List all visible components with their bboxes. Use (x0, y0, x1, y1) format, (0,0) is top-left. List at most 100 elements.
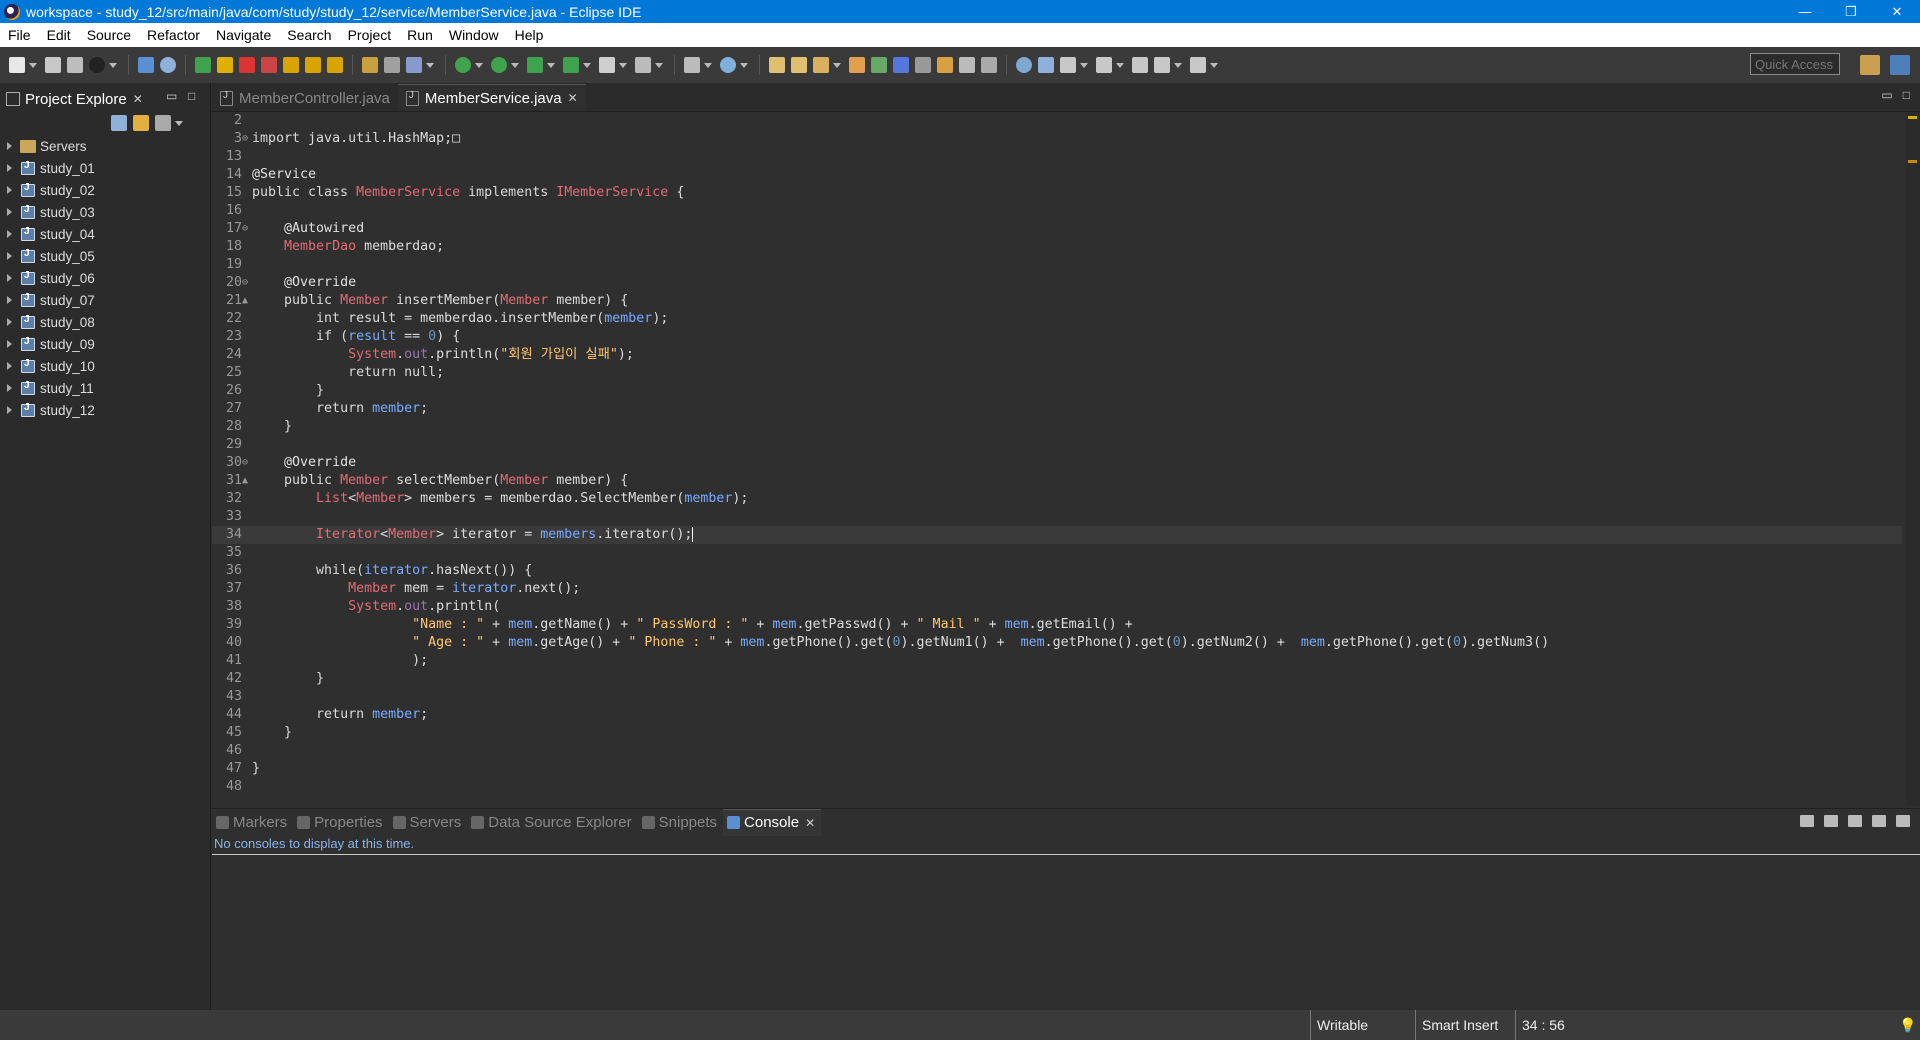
fold-marker-icon[interactable]: ⊖ (242, 220, 252, 238)
tree-item-study-07[interactable]: study_07 (0, 289, 210, 311)
minimize-view-icon[interactable] (1872, 815, 1886, 827)
code-line[interactable]: 22 int result = memberdao.insertMember(m… (212, 310, 1902, 328)
resume-icon[interactable] (195, 57, 211, 73)
dropdown-icon[interactable] (1116, 62, 1124, 68)
code-line[interactable]: 42 } (212, 670, 1902, 688)
show-whitespace-icon[interactable] (981, 57, 997, 73)
close-tab-icon[interactable]: ✕ (805, 816, 815, 830)
editor-minmax-icon[interactable]: ▭ □ (1881, 88, 1910, 102)
tree-item-study-10[interactable]: study_10 (0, 355, 210, 377)
display-console-icon[interactable] (1824, 815, 1838, 827)
stop-icon[interactable] (599, 57, 615, 73)
quick-access-input[interactable] (1750, 53, 1840, 75)
expand-arrow-icon[interactable] (7, 208, 12, 216)
toggle-block-icon[interactable] (959, 57, 975, 73)
toggle-breadcrumb-icon[interactable] (871, 57, 887, 73)
expand-arrow-icon[interactable] (7, 384, 12, 392)
maximize-view-icon[interactable] (1896, 815, 1910, 827)
drop-to-frame-icon[interactable] (384, 57, 400, 73)
menu-file[interactable]: File (0, 27, 39, 43)
code-line[interactable]: 23 if (result == 0) { (212, 328, 1902, 346)
menu-run[interactable]: Run (399, 27, 441, 43)
new-dropdown-icon[interactable] (29, 62, 37, 68)
dropdown-icon[interactable] (704, 62, 712, 68)
tab-data-source-explorer[interactable]: Data Source Explorer (467, 809, 637, 835)
search-icon[interactable] (813, 57, 829, 73)
terminate-icon[interactable] (239, 57, 255, 73)
tab-properties[interactable]: Properties (293, 809, 388, 835)
minimize-button[interactable]: — (1782, 0, 1828, 23)
external-tools-dropdown-icon[interactable] (583, 62, 591, 68)
tree-item-study-06[interactable]: study_06 (0, 267, 210, 289)
code-line[interactable]: 13 (212, 148, 1902, 166)
previous-annotation-icon[interactable] (1096, 57, 1112, 73)
fold-marker-icon[interactable]: ⊖ (242, 454, 252, 472)
expand-arrow-icon[interactable] (7, 406, 12, 414)
open-perspective-icon[interactable] (1860, 55, 1880, 75)
tree-item-servers[interactable]: Servers (0, 135, 210, 157)
tab-servers[interactable]: Servers (389, 809, 468, 835)
code-line[interactable]: 37 Member mem = iterator.next(); (212, 580, 1902, 598)
code-line[interactable]: 33 (212, 508, 1902, 526)
word-wrap-icon[interactable] (915, 57, 931, 73)
tab-snippets[interactable]: Snippets (638, 809, 723, 835)
step-over-icon[interactable] (305, 57, 321, 73)
java-ee-perspective-icon[interactable] (1890, 55, 1910, 75)
forward-icon[interactable] (1190, 57, 1206, 73)
suspend-icon[interactable] (217, 57, 233, 73)
coverage-dropdown-icon[interactable] (547, 62, 555, 68)
new-class-icon[interactable] (720, 57, 736, 73)
code-line[interactable]: 38 System.out.println( (212, 598, 1902, 616)
open-task-icon[interactable] (791, 57, 807, 73)
new-java-project-icon[interactable] (684, 57, 700, 73)
code-line[interactable]: 19 (212, 256, 1902, 274)
tree-item-study-08[interactable]: study_08 (0, 311, 210, 333)
fold-marker-icon[interactable]: ⊖ (242, 130, 252, 148)
run-dropdown-icon[interactable] (511, 62, 519, 68)
tree-item-study-04[interactable]: study_04 (0, 223, 210, 245)
menu-help[interactable]: Help (507, 27, 552, 43)
open-resource-icon[interactable] (849, 57, 865, 73)
code-line[interactable]: 2 (212, 112, 1902, 130)
code-line[interactable]: 29 (212, 436, 1902, 454)
tab-markers[interactable]: Markers (212, 809, 293, 835)
use-step-filters-icon[interactable] (362, 57, 378, 73)
pin-console-icon[interactable] (1800, 815, 1814, 827)
open-console-icon[interactable] (1848, 815, 1862, 827)
focus-icon[interactable] (155, 115, 171, 131)
new-icon[interactable] (9, 57, 25, 73)
next-annotation-icon[interactable] (1060, 57, 1076, 73)
tree-item-study-03[interactable]: study_03 (0, 201, 210, 223)
code-line[interactable]: 34 Iterator<Member> iterator = members.i… (212, 526, 1902, 544)
fold-marker-icon[interactable]: ⊖ (242, 274, 252, 292)
dropdown-icon[interactable] (109, 62, 117, 68)
dropdown-icon[interactable] (619, 62, 627, 68)
coverage-icon[interactable] (527, 57, 543, 73)
deploy-icon[interactable] (635, 57, 651, 73)
link-with-editor-icon[interactable] (133, 115, 149, 131)
fold-marker-icon[interactable]: ▲ (242, 472, 252, 490)
search-dropdown-icon[interactable] (833, 62, 841, 68)
menu-refactor[interactable]: Refactor (139, 27, 208, 43)
back-icon[interactable] (1154, 57, 1170, 73)
dropdown-icon[interactable] (426, 62, 434, 68)
code-line[interactable]: 44 return member; (212, 706, 1902, 724)
view-menu-icon[interactable] (175, 121, 183, 126)
menu-source[interactable]: Source (79, 27, 139, 43)
save-all-icon[interactable] (67, 57, 83, 73)
maximize-view-icon[interactable]: □ (188, 89, 195, 103)
close-icon[interactable]: ✕ (133, 92, 143, 106)
save-icon[interactable] (45, 57, 61, 73)
code-line[interactable]: 43 (212, 688, 1902, 706)
expand-arrow-icon[interactable] (7, 340, 12, 348)
code-line[interactable]: 18 MemberDao memberdao; (212, 238, 1902, 256)
code-line[interactable]: 31 ▲ public Member selectMember(Member me… (212, 472, 1902, 490)
block-selection-icon[interactable] (937, 57, 953, 73)
code-line[interactable]: 35 (212, 544, 1902, 562)
code-editor[interactable]: 2 3 ⊖ import java.util.HashMap;□ 13 14 @Servic… (212, 112, 1920, 806)
expand-arrow-icon[interactable] (7, 164, 12, 172)
dropdown-icon[interactable] (740, 62, 748, 68)
code-line[interactable]: 14 @Service (212, 166, 1902, 184)
tree-item-study-11[interactable]: study_11 (0, 377, 210, 399)
step-into-icon[interactable] (283, 57, 299, 73)
